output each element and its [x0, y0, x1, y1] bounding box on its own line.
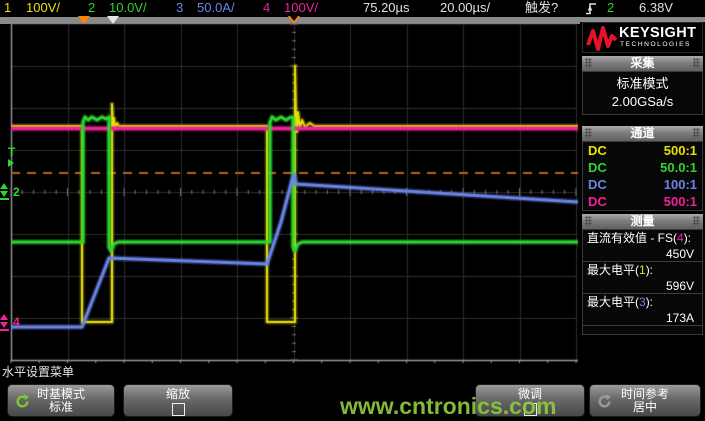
oscilloscope-screen: 1 100V/ 2 10.0V/ 3 50.0A/ 4 100V/ 75.20µ… — [0, 0, 705, 421]
menu-title: 水平设置菜单 — [2, 363, 74, 380]
sample-rate: 2.00GSa/s — [583, 93, 702, 111]
channel-row-2[interactable]: DC50.0:1 — [583, 159, 702, 176]
measure-section-header[interactable]: 测量 — [582, 214, 703, 229]
channel-row-3[interactable]: DC100:1 — [583, 176, 702, 193]
channels-section-header[interactable]: 通道 — [582, 126, 703, 141]
ch2-scale[interactable]: 10.0V/ — [109, 0, 147, 16]
measurements-box: 直流有效值 - FS(4): 450V 最大电平(1): 596V 最大电平(3… — [582, 229, 703, 335]
channel-row-4[interactable]: DC500:1 — [583, 193, 702, 210]
channels-box: DC500:1 DC50.0:1 DC100:1 DC500:1 — [582, 141, 703, 211]
grip-icon — [585, 58, 592, 68]
watermark: www.cntronics.com — [340, 393, 556, 420]
brand-subtitle: TECHNOLOGIES — [620, 41, 691, 48]
trigger-source[interactable]: 2 — [607, 0, 614, 16]
measurement-value: 173A — [587, 310, 698, 326]
measurement-value: 450V — [587, 246, 698, 262]
ch4-edge-indicator-icon — [0, 314, 10, 331]
delay-time[interactable]: 75.20µs — [363, 0, 410, 16]
ch1-number[interactable]: 1 — [4, 0, 11, 16]
trigger-level-value[interactable]: 6.38V — [639, 0, 673, 16]
zoom-checkbox[interactable] — [172, 403, 185, 416]
aux-time-marker[interactable] — [107, 16, 119, 24]
grip-icon — [693, 58, 700, 68]
brand-name: KEYSIGHT — [619, 25, 696, 41]
measurement-row-2[interactable]: 最大电平(1): 596V — [583, 262, 702, 294]
grip-icon — [693, 216, 700, 226]
acquisition-section-header[interactable]: 采集 — [582, 56, 703, 71]
knob-arrow-icon — [15, 394, 30, 409]
keysight-logo: KEYSIGHT TECHNOLOGIES — [582, 22, 703, 53]
time-reference-button[interactable]: 时间参考 居中 — [589, 384, 701, 417]
ch3-number[interactable]: 3 — [176, 0, 183, 16]
timebase-mode-button[interactable]: 时基模式 标准 — [7, 384, 115, 417]
ch4-number[interactable]: 4 — [263, 0, 270, 16]
ch4-scale[interactable]: 100V/ — [284, 0, 318, 16]
keysight-spark-icon — [586, 25, 618, 52]
trigger-level-marker[interactable]: T — [8, 146, 15, 167]
waveform-display[interactable] — [0, 22, 579, 367]
trigger-level-arrow-icon — [8, 159, 14, 167]
acquisition-mode: 标准模式 — [583, 75, 702, 93]
grip-icon — [585, 216, 592, 226]
ch4-ground-marker[interactable]: 4 — [13, 316, 20, 328]
ch2-number[interactable]: 2 — [88, 0, 95, 16]
measurement-row-1[interactable]: 直流有效值 - FS(4): 450V — [583, 230, 702, 262]
status-bar: 1 100V/ 2 10.0V/ 3 50.0A/ 4 100V/ 75.20µ… — [0, 0, 705, 17]
time-reference-marker[interactable] — [288, 16, 300, 24]
grip-icon — [585, 128, 592, 138]
measurement-row-3[interactable]: 最大电平(3): 173A — [583, 294, 702, 326]
knob-arrow-icon — [597, 394, 612, 409]
ch2-edge-indicator-icon — [0, 183, 10, 200]
ch2-ground-marker[interactable]: 2 — [13, 186, 20, 198]
trigger-status: 触发? — [525, 0, 558, 16]
grip-icon — [693, 128, 700, 138]
channel-row-1[interactable]: DC500:1 — [583, 142, 702, 159]
ch3-scale[interactable]: 50.0A/ — [197, 0, 235, 16]
ch1-scale[interactable]: 100V/ — [26, 0, 60, 16]
trigger-point-marker[interactable] — [78, 16, 90, 24]
side-panel: KEYSIGHT TECHNOLOGIES 采集 标准模式 2.00GSa/s … — [580, 22, 705, 362]
measurement-value: 596V — [587, 278, 698, 294]
timebase-scale[interactable]: 20.00µs/ — [440, 0, 490, 16]
acquisition-box[interactable]: 标准模式 2.00GSa/s — [582, 71, 703, 115]
zoom-button[interactable]: 缩放 — [123, 384, 233, 417]
